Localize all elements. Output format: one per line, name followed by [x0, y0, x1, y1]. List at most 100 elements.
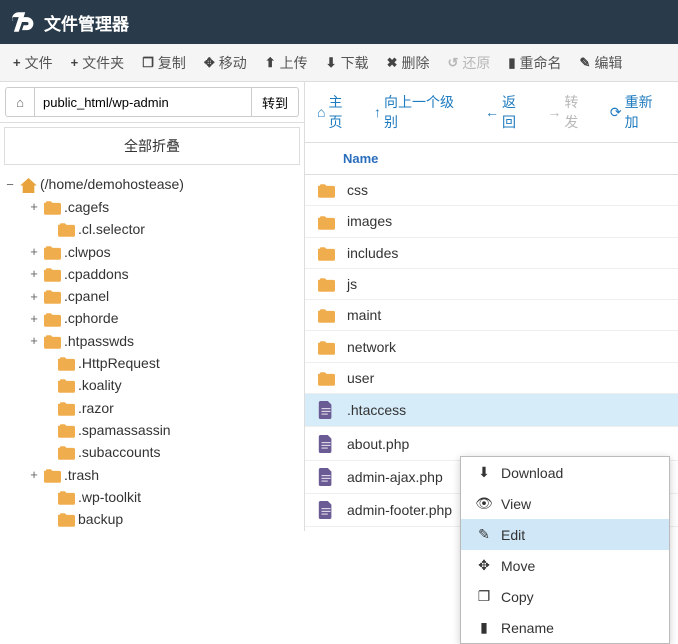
toolbar-上传[interactable]: ⬆上传 — [256, 47, 317, 79]
folder-icon — [315, 338, 337, 354]
expand-icon[interactable]: + — [28, 289, 40, 304]
nav-back[interactable]: ←返回 — [479, 88, 535, 136]
ctx-label: Copy — [501, 589, 534, 605]
folder-icon — [57, 489, 75, 505]
folder-icon — [57, 355, 75, 371]
go-button[interactable]: 转到 — [252, 87, 299, 117]
toolbar-label: 上传 — [280, 53, 308, 73]
folder-icon — [43, 466, 61, 482]
toolbar-文件[interactable]: +文件 — [4, 47, 62, 79]
ctx-download[interactable]: ⬇Download — [461, 457, 669, 488]
tree-label: .subaccounts — [78, 444, 161, 460]
tree-item[interactable]: +.clwpos — [0, 240, 304, 262]
collapse-all-button[interactable]: 全部折叠 — [4, 127, 300, 165]
app-title: 文件管理器 — [44, 10, 129, 35]
file-row[interactable]: images — [305, 206, 678, 237]
ctx-view[interactable]: 👁 View — [461, 488, 669, 519]
tree-item[interactable]: +.cagefs — [0, 196, 304, 218]
nav-forward[interactable]: →转发 — [541, 88, 597, 136]
file-name: maint — [347, 307, 381, 323]
ctx-copy[interactable]: ❐ Copy — [461, 581, 669, 612]
tree-root[interactable]: −(/home/demohostease) — [0, 173, 304, 196]
file-row[interactable]: user — [305, 363, 678, 394]
file-row[interactable]: .htaccess — [305, 394, 678, 427]
tree-label: .cpaddons — [64, 266, 129, 282]
folder-icon — [315, 213, 337, 229]
expand-icon[interactable]: + — [28, 266, 40, 281]
file-name: .htaccess — [347, 402, 406, 418]
nav-reload[interactable]: ⟳重新加 — [604, 88, 672, 136]
ctx-label: View — [501, 496, 531, 512]
tree-item[interactable]: .koality — [0, 374, 304, 396]
expand-icon[interactable]: + — [28, 244, 40, 259]
arrow-up-icon: ↑ — [374, 104, 381, 120]
file-row[interactable]: css — [305, 175, 678, 206]
tree-label: .spamassassin — [78, 422, 171, 438]
ctx-move[interactable]: ✥Move — [461, 550, 669, 581]
tree-item[interactable]: .wp-toolkit — [0, 486, 304, 508]
ctx-edit[interactable]: ✎Edit — [461, 519, 669, 550]
toolbar-移动[interactable]: ✥移动 — [195, 47, 256, 79]
nav-home[interactable]: ⌂主页 — [311, 88, 362, 136]
toolbar-icon: + — [71, 55, 79, 70]
toolbar-label: 移动 — [219, 53, 247, 73]
tree-item[interactable]: backup — [0, 508, 304, 530]
file-icon — [315, 434, 337, 452]
main-toolbar: +文件+文件夹❐复制✥移动⬆上传⬇下载✖删除↺还原▮重命名✎编辑 — [0, 44, 678, 82]
context-menu: ⬇Download 👁 View ✎Edit✥Move ❐ Copy ▮Rename — [460, 456, 670, 644]
column-header[interactable]: Name — [305, 143, 678, 175]
toolbar-下载[interactable]: ⬇下载 — [317, 47, 378, 79]
folder-icon — [57, 422, 75, 438]
toolbar-label: 文件夹 — [82, 53, 124, 73]
tree-item[interactable]: + .cpaddons — [0, 263, 304, 285]
file-row[interactable]: maint — [305, 300, 678, 331]
toolbar-文件夹[interactable]: +文件夹 — [62, 47, 134, 79]
tree-item[interactable]: .spamassassin — [0, 419, 304, 441]
path-input[interactable] — [35, 87, 252, 117]
ctx-rename[interactable]: ▮Rename — [461, 612, 669, 643]
toolbar-删除[interactable]: ✖删除 — [378, 47, 439, 79]
toolbar-还原[interactable]: ↺还原 — [438, 47, 499, 79]
folder-icon — [57, 377, 75, 393]
expand-icon[interactable]: + — [28, 467, 40, 482]
file-row[interactable]: includes — [305, 238, 678, 269]
ctx-icon: ❐ — [475, 588, 493, 605]
left-pane: ⌂ 转到 全部折叠 −(/home/demohostease)+.cagefs.… — [0, 82, 305, 531]
ctx-icon: ✥ — [475, 557, 493, 574]
ctx-icon: 👁 — [475, 495, 493, 512]
path-bar: ⌂ 转到 — [0, 82, 304, 123]
file-row[interactable]: js — [305, 269, 678, 300]
toolbar-重命名[interactable]: ▮重命名 — [499, 47, 570, 79]
tree-item[interactable]: +.cpanel — [0, 285, 304, 307]
tree-item[interactable]: +.cphorde — [0, 307, 304, 329]
expand-icon[interactable]: + — [28, 199, 40, 214]
tree-item[interactable]: .HttpRequest — [0, 352, 304, 374]
folder-icon — [315, 370, 337, 386]
file-row[interactable]: network — [305, 331, 678, 362]
cpanel-logo — [8, 8, 36, 36]
nav-up[interactable]: ↑向上一个级别 — [368, 88, 473, 136]
folder-icon — [57, 511, 75, 527]
tree-item[interactable]: .cl.selector — [0, 218, 304, 240]
toolbar-复制[interactable]: ❐复制 — [133, 47, 195, 79]
expand-icon[interactable]: + — [28, 333, 40, 348]
home-button[interactable]: ⌂ — [5, 87, 35, 117]
file-name: css — [347, 182, 368, 198]
collapse-icon[interactable]: − — [4, 177, 16, 192]
toolbar-编辑[interactable]: ✎编辑 — [571, 47, 632, 79]
arrow-right-icon: → — [547, 104, 561, 120]
folder-tree: −(/home/demohostease)+.cagefs.cl.selecto… — [0, 169, 304, 531]
tree-item[interactable]: .subaccounts — [0, 441, 304, 463]
ctx-icon: ⬇ — [475, 464, 493, 481]
folder-icon — [43, 199, 61, 215]
toolbar-label: 文件 — [25, 53, 53, 73]
toolbar-icon: ✥ — [204, 55, 215, 71]
expand-icon[interactable]: + — [28, 311, 40, 326]
tree-label: .razor — [78, 400, 114, 416]
ctx-icon: ▮ — [475, 619, 493, 636]
file-name: admin-footer.php — [347, 502, 452, 518]
tree-item[interactable]: .razor — [0, 396, 304, 418]
tree-item[interactable]: +.htpasswds — [0, 330, 304, 352]
folder-icon — [43, 288, 61, 304]
tree-item[interactable]: +.trash — [0, 463, 304, 485]
